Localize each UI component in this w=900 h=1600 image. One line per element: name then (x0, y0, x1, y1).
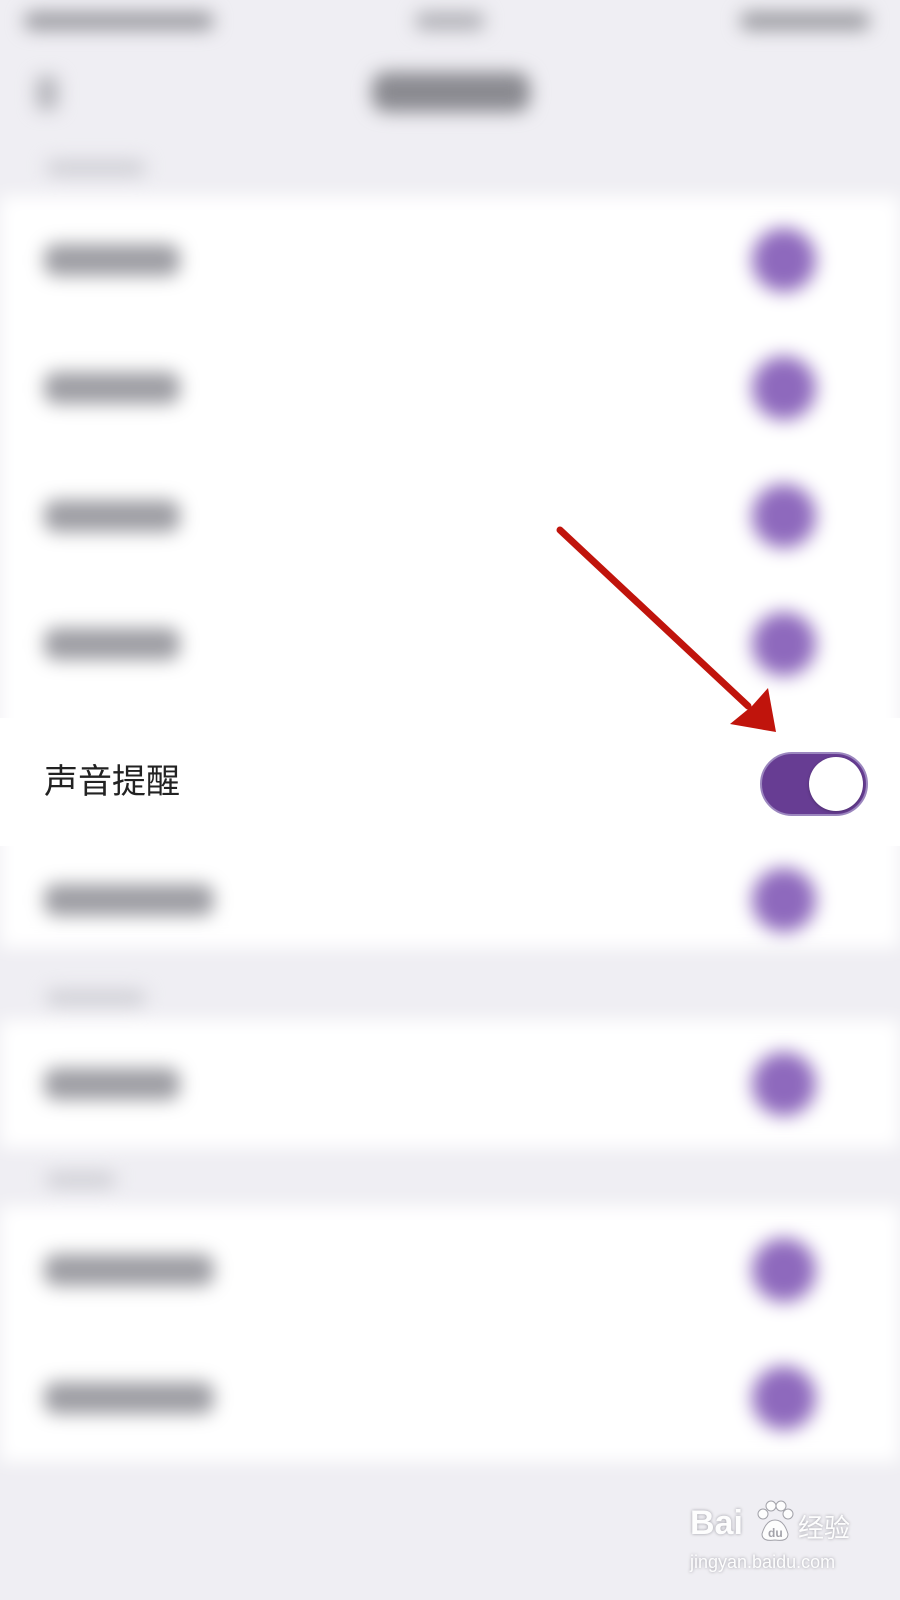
settings-row[interactable] (0, 836, 900, 964)
toggle-switch[interactable] (752, 1366, 816, 1430)
toggle-switch[interactable] (752, 484, 816, 548)
toggle-switch[interactable] (752, 1238, 816, 1302)
sound-alert-toggle[interactable] (760, 752, 868, 816)
status-bar-right (740, 12, 870, 30)
page-title (372, 72, 530, 112)
sound-alert-label: 声音提醒 (44, 762, 180, 802)
settings-card (0, 1206, 900, 1462)
status-bar (0, 0, 900, 44)
watermark-url: jingyan.baidu.com (690, 1552, 836, 1572)
back-icon[interactable] (36, 76, 58, 110)
settings-row[interactable] (0, 580, 900, 708)
watermark-suffix: 经验 (798, 1514, 851, 1544)
toggle-switch[interactable] (752, 868, 816, 932)
row-label (44, 884, 214, 916)
toggle-switch[interactable] (752, 1052, 816, 1116)
row-label (44, 500, 180, 532)
navigation-bar (0, 44, 900, 154)
baidu-jingyan-watermark: Bai du 经验 jingyan.baidu.com (690, 1500, 860, 1580)
section-header (46, 160, 146, 176)
row-label (44, 372, 180, 404)
settings-row[interactable] (0, 452, 900, 580)
status-bar-center (415, 12, 485, 30)
settings-row[interactable] (0, 196, 900, 324)
settings-row[interactable] (0, 1020, 900, 1148)
row-label (44, 1382, 214, 1414)
row-label (44, 1254, 214, 1286)
toggle-switch[interactable] (752, 356, 816, 420)
paw-icon: du (757, 1500, 794, 1541)
watermark-logo: Bai (690, 1504, 743, 1542)
status-bar-left (24, 12, 214, 30)
sound-alert-row[interactable]: 声音提醒 (0, 718, 900, 846)
settings-card (0, 1020, 900, 1148)
toggle-knob (809, 757, 863, 811)
section-header (46, 990, 146, 1006)
svg-text:du: du (768, 1526, 783, 1540)
row-label (44, 628, 180, 660)
section-header (46, 1172, 116, 1188)
settings-row[interactable] (0, 1206, 900, 1334)
toggle-switch[interactable] (752, 612, 816, 676)
toggle-switch[interactable] (752, 228, 816, 292)
settings-row[interactable] (0, 324, 900, 452)
row-label (44, 244, 180, 276)
settings-row[interactable] (0, 1334, 900, 1462)
row-label (44, 1068, 180, 1100)
